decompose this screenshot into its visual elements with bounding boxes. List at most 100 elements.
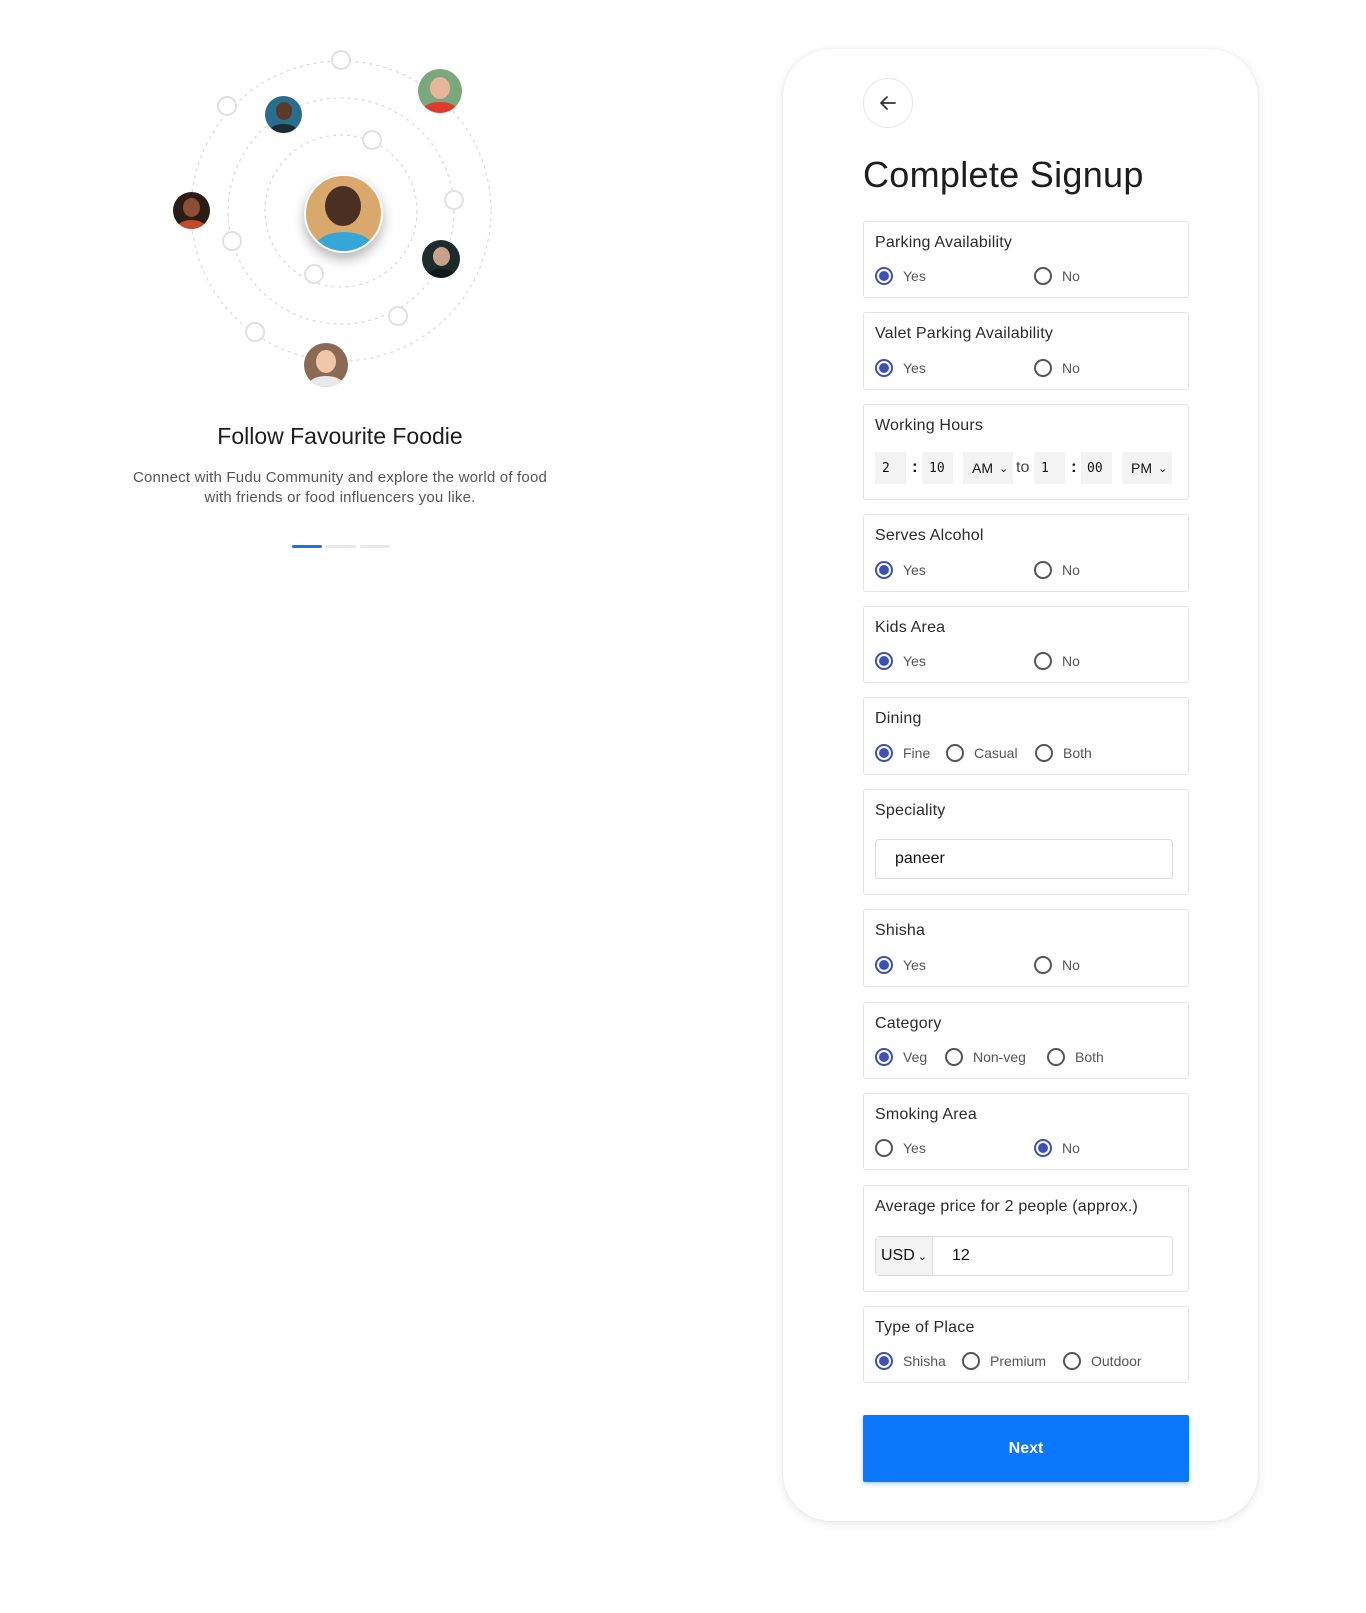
radio-circle [1034,956,1052,974]
valet-parking-field: Valet Parking Availability Yes No [863,312,1189,390]
radio-label: Yes [903,360,926,376]
shisha-no-radio[interactable]: No [1034,956,1080,974]
dining-fine-radio[interactable]: Fine [875,744,930,762]
radio-circle [1063,1352,1081,1370]
avatar-right [422,240,460,278]
speciality-field: Speciality paneer [863,789,1189,895]
field-label: Kids Area [875,619,946,636]
start-minute-input[interactable]: 10 [922,452,953,484]
dining-both-radio[interactable]: Both [1035,744,1092,762]
end-hour-input[interactable]: 1 [1034,452,1065,484]
place-outdoor-radio[interactable]: Outdoor [1063,1352,1142,1370]
chevron-down-icon: ⌄ [1158,462,1168,475]
back-button[interactable] [863,78,913,128]
radio-label: Yes [903,268,926,284]
chevron-down-icon: ⌄ [917,1250,927,1263]
food-icon [388,306,408,326]
price-input[interactable]: 12 [933,1247,970,1265]
field-label: Type of Place [875,1319,975,1336]
parking-no-radio[interactable]: No [1034,267,1080,285]
shisha-field: Shisha Yes No [863,909,1189,987]
speciality-input[interactable]: paneer [875,839,1173,879]
kids-no-radio[interactable]: No [1034,652,1080,670]
onboarding-panel: Follow Favourite Foodie Connect with Fud… [0,0,700,600]
radio-circle [875,652,893,670]
radio-label: No [1062,1140,1080,1156]
signup-card: Complete Signup Parking Availability Yes… [783,49,1258,1521]
radio-circle [875,956,893,974]
field-label: Speciality [875,802,946,819]
radio-circle [1034,267,1052,285]
place-shisha-radio[interactable]: Shisha [875,1352,946,1370]
price-input-group: USD ⌄ 12 [875,1236,1173,1276]
field-label: Parking Availability [875,234,1013,251]
start-period-select[interactable]: AM ⌄ [963,452,1013,484]
time-colon: : [1071,457,1077,476]
parking-availability-field: Parking Availability Yes No [863,221,1189,298]
radio-label: No [1062,268,1080,284]
category-field: Category Veg Non-veg Both [863,1002,1189,1079]
parking-yes-radio[interactable]: Yes [875,267,926,285]
radio-circle [945,1048,963,1066]
food-icon [362,130,382,150]
radio-label: Non-veg [973,1049,1026,1065]
field-label: Serves Alcohol [875,527,984,544]
radio-circle [1047,1048,1065,1066]
radio-circle [875,744,893,762]
valet-yes-radio[interactable]: Yes [875,359,926,377]
slide-dot[interactable] [360,545,390,548]
radio-label: No [1062,360,1080,376]
serves-alcohol-field: Serves Alcohol Yes No [863,514,1189,592]
slide-dot-active[interactable] [292,545,322,548]
category-nonveg-radio[interactable]: Non-veg [945,1048,1026,1066]
radio-circle [1034,359,1052,377]
dining-field: Dining Fine Casual Both [863,697,1189,775]
slide-dot[interactable] [326,545,356,548]
radio-circle [1035,744,1053,762]
radio-circle [875,1352,893,1370]
radio-circle [1034,652,1052,670]
shisha-yes-radio[interactable]: Yes [875,956,926,974]
food-icon [304,264,324,284]
place-premium-radio[interactable]: Premium [962,1352,1046,1370]
radio-label: Casual [974,745,1018,761]
select-value: USD [881,1247,915,1264]
smoking-no-radio[interactable]: No [1034,1139,1080,1157]
food-icon [331,50,351,70]
avatar-center [304,174,383,253]
end-period-select[interactable]: PM ⌄ [1122,452,1172,484]
time-colon: : [912,457,918,476]
alcohol-yes-radio[interactable]: Yes [875,561,926,579]
radio-label: No [1062,957,1080,973]
avatar-top-left [265,96,302,133]
time-separator: to [1016,459,1030,476]
slide-indicator [292,545,390,548]
currency-select[interactable]: USD ⌄ [876,1237,933,1275]
start-hour-input[interactable]: 2 [875,452,906,484]
radio-circle [946,744,964,762]
page-title: Complete Signup [863,154,1144,195]
chevron-down-icon: ⌄ [999,462,1009,475]
end-minute-input[interactable]: 00 [1081,452,1112,484]
dining-casual-radio[interactable]: Casual [946,744,1018,762]
category-both-radio[interactable]: Both [1047,1048,1104,1066]
radio-circle [875,267,893,285]
kids-yes-radio[interactable]: Yes [875,652,926,670]
kids-area-field: Kids Area Yes No [863,606,1189,683]
radio-label: Outdoor [1091,1353,1142,1369]
radio-label: Yes [903,562,926,578]
next-button[interactable]: Next [863,1415,1189,1482]
radio-label: Yes [903,1140,926,1156]
field-label: Valet Parking Availability [875,325,1054,342]
radio-circle [1034,561,1052,579]
onboarding-description: Connect with Fudu Community and explore … [132,469,548,506]
radio-label: Premium [990,1353,1047,1369]
alcohol-no-radio[interactable]: No [1034,561,1080,579]
food-icon [222,231,242,251]
radio-circle [875,561,893,579]
category-veg-radio[interactable]: Veg [875,1048,927,1066]
smoking-yes-radio[interactable]: Yes [875,1139,926,1157]
valet-no-radio[interactable]: No [1034,359,1080,377]
select-value: PM [1131,460,1152,476]
radio-label: Yes [903,957,926,973]
